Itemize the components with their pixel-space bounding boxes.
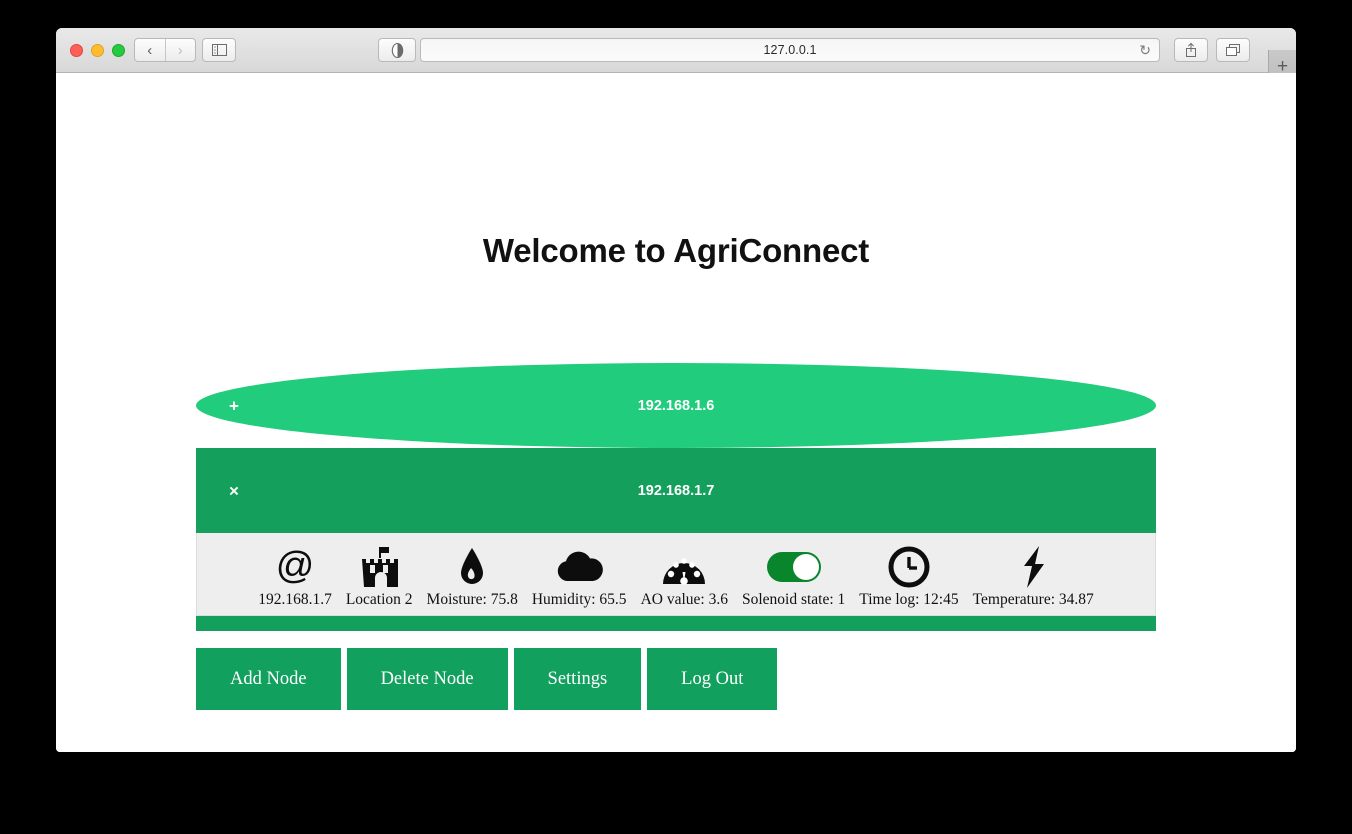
maximize-window-button[interactable] — [112, 44, 125, 57]
cloud-icon — [554, 545, 604, 589]
sensor-label-ao-value: AO value: 3.6 — [640, 591, 728, 608]
reader-icon — [391, 42, 403, 58]
node-panel: + 192.168.1.6 × 192.168.1.7 @ 192.168.1.… — [196, 363, 1156, 631]
sensor-label-humidity: Humidity: 65.5 — [531, 591, 627, 608]
sensor-label-solenoid: Solenoid state: 1 — [741, 591, 846, 608]
log-out-button[interactable]: Log Out — [647, 648, 778, 710]
close-window-button[interactable] — [70, 44, 83, 57]
at-icon: @ — [275, 545, 315, 589]
gauge-icon — [661, 545, 707, 589]
sensor-item-solenoid: Solenoid state: 1 — [735, 545, 852, 609]
sidebar-icon — [211, 44, 227, 56]
sensor-label-time-log: Time log: 12:45 — [859, 591, 959, 608]
share-button[interactable] — [1174, 38, 1208, 62]
show-tabs-button[interactable] — [1216, 38, 1250, 62]
panel-footer-bar — [196, 616, 1156, 631]
settings-button[interactable]: Settings — [513, 648, 642, 710]
back-button[interactable]: ‹ — [135, 39, 165, 61]
sensor-item-ao-value: AO value: 3.6 — [634, 545, 735, 609]
window-controls — [70, 44, 125, 57]
tabs-icon — [1226, 44, 1240, 56]
sensor-label-address: 192.168.1.7 — [258, 591, 332, 608]
navigation-buttons: ‹ › — [134, 38, 196, 62]
sensor-item-time-log: Time log: 12:45 — [852, 545, 965, 609]
page-content: Welcome to AgriConnect + 192.168.1.6 × 1… — [56, 73, 1296, 752]
share-icon — [1186, 42, 1196, 57]
delete-node-button[interactable]: Delete Node — [346, 648, 508, 710]
forward-button[interactable]: › — [166, 39, 196, 61]
browser-window: ‹ › 127.0.0.1 ↻ + Welcome to AgriConnect… — [56, 28, 1296, 752]
clock-icon — [888, 545, 930, 589]
page-title: Welcome to AgriConnect — [482, 232, 870, 269]
address-bar[interactable]: 127.0.0.1 ↻ — [420, 38, 1160, 62]
bolt-icon — [1018, 545, 1048, 589]
toggle-on-icon[interactable] — [766, 545, 821, 589]
node-ip-1: 192.168.1.7 — [637, 482, 715, 499]
sidebar-toggle-button[interactable] — [202, 38, 236, 62]
sensor-item-humidity: Humidity: 65.5 — [525, 545, 634, 609]
sensor-item-temperature: Temperature: 34.87 — [966, 545, 1101, 609]
sensor-item-moisture: Moisture: 75.8 — [420, 545, 525, 609]
sensor-item-location: Location 2 — [339, 545, 420, 609]
svg-text:@: @ — [276, 547, 315, 587]
node-row-0[interactable]: + 192.168.1.6 — [196, 363, 1156, 448]
reader-view-button[interactable] — [378, 38, 416, 62]
minimize-window-button[interactable] — [91, 44, 104, 57]
sensor-label-location: Location 2 — [345, 591, 413, 608]
sensor-label-moisture: Moisture: 75.8 — [426, 591, 518, 608]
fort-icon — [357, 545, 401, 589]
solenoid-toggle[interactable] — [766, 552, 821, 582]
browser-toolbar: ‹ › 127.0.0.1 ↻ + — [56, 28, 1296, 83]
add-node-button[interactable]: Add Node — [196, 648, 341, 710]
toggle-knob — [792, 554, 819, 580]
action-buttons: Add Node Delete Node Settings Log Out — [196, 648, 778, 710]
sensor-label-temperature: Temperature: 34.87 — [972, 591, 1094, 608]
node-ip-0: 192.168.1.6 — [637, 397, 715, 414]
reload-button[interactable]: ↻ — [1139, 43, 1151, 58]
sensor-strip: @ 192.168.1.7 Location 2 Moisture: 75.8 … — [196, 533, 1156, 616]
node-row-1[interactable]: × 192.168.1.7 — [196, 448, 1156, 533]
droplet-icon — [458, 545, 486, 589]
sensor-item-address: @ 192.168.1.7 — [251, 545, 339, 609]
address-bar-url: 127.0.0.1 — [763, 43, 817, 57]
